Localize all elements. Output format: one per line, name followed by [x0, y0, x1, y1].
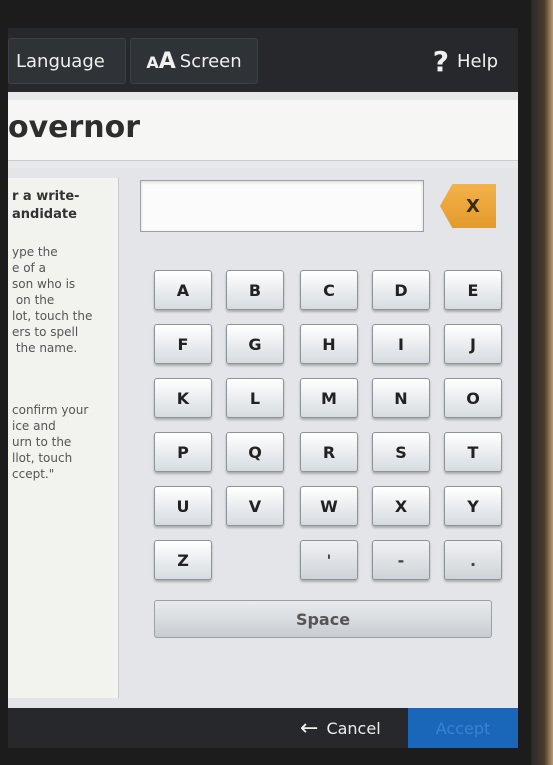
- help-button[interactable]: ? Help: [433, 38, 498, 84]
- bottom-toolbar: ← Cancel Accept: [8, 708, 518, 748]
- cancel-button[interactable]: ← Cancel: [300, 708, 390, 748]
- key-r[interactable]: R: [300, 432, 358, 472]
- backspace-x-icon[interactable]: X: [440, 184, 496, 228]
- key-b[interactable]: B: [226, 270, 284, 310]
- write-in-panel: r a write- andidate ype the e of a son w…: [8, 168, 518, 748]
- contest-title: overnor: [8, 110, 141, 145]
- device-edge: [531, 0, 553, 765]
- contest-header: overnor: [8, 100, 518, 161]
- key-period[interactable]: .: [444, 540, 502, 580]
- key-t[interactable]: T: [444, 432, 502, 472]
- write-in-name-field[interactable]: [140, 180, 424, 232]
- key-g[interactable]: G: [226, 324, 284, 364]
- key-v[interactable]: V: [226, 486, 284, 526]
- top-toolbar: Language AA Screen ? Help: [8, 28, 518, 92]
- key-a[interactable]: A: [154, 270, 212, 310]
- key-h[interactable]: H: [300, 324, 358, 364]
- screen-settings-button[interactable]: AA Screen: [130, 38, 258, 84]
- key-hyphen[interactable]: -: [372, 540, 430, 580]
- instructions-heading: r a write- andidate: [12, 189, 80, 222]
- screen-label: Screen: [179, 50, 242, 72]
- key-d[interactable]: D: [372, 270, 430, 310]
- key-p[interactable]: P: [154, 432, 212, 472]
- key-apostrophe[interactable]: ': [300, 540, 358, 580]
- key-l[interactable]: L: [226, 378, 284, 418]
- key-w[interactable]: W: [300, 486, 358, 526]
- ballot-screen: Language AA Screen ? Help overnor r a wr…: [8, 28, 518, 748]
- key-e[interactable]: E: [444, 270, 502, 310]
- key-n[interactable]: N: [372, 378, 430, 418]
- key-k[interactable]: K: [154, 378, 212, 418]
- instructions-text: ype the e of a son who is on the lot, to…: [12, 245, 93, 355]
- key-z[interactable]: Z: [154, 540, 212, 580]
- key-s[interactable]: S: [372, 432, 430, 472]
- instructions-panel: r a write- andidate ype the e of a son w…: [8, 178, 119, 698]
- space-key[interactable]: Space: [154, 600, 492, 638]
- key-m[interactable]: M: [300, 378, 358, 418]
- accept-button[interactable]: Accept: [408, 708, 518, 748]
- instructions-confirm-text: confirm your ice and urn to the llot, to…: [12, 403, 89, 481]
- language-label: Language: [16, 50, 105, 72]
- language-button[interactable]: Language: [8, 38, 126, 84]
- key-x[interactable]: X: [372, 486, 430, 526]
- key-u[interactable]: U: [154, 486, 212, 526]
- question-mark-icon: ?: [432, 44, 449, 78]
- write-in-keyboard: X A B C D E F G H I J K L M N O P Q R S T U V W X Y Z ' -. Space: [126, 168, 518, 728]
- help-label: Help: [456, 50, 498, 72]
- key-i[interactable]: I: [372, 324, 430, 364]
- cancel-label: Cancel: [326, 718, 381, 738]
- voting-device: Language AA Screen ? Help overnor r a wr…: [0, 0, 553, 765]
- key-q[interactable]: Q: [226, 432, 284, 472]
- key-f[interactable]: F: [154, 324, 212, 364]
- key-c[interactable]: C: [300, 270, 358, 310]
- key-o[interactable]: O: [444, 378, 502, 418]
- key-y[interactable]: Y: [444, 486, 502, 526]
- left-arrow-icon: ←: [300, 715, 319, 741]
- text-size-icon: AA: [146, 48, 176, 74]
- key-j[interactable]: J: [444, 324, 502, 364]
